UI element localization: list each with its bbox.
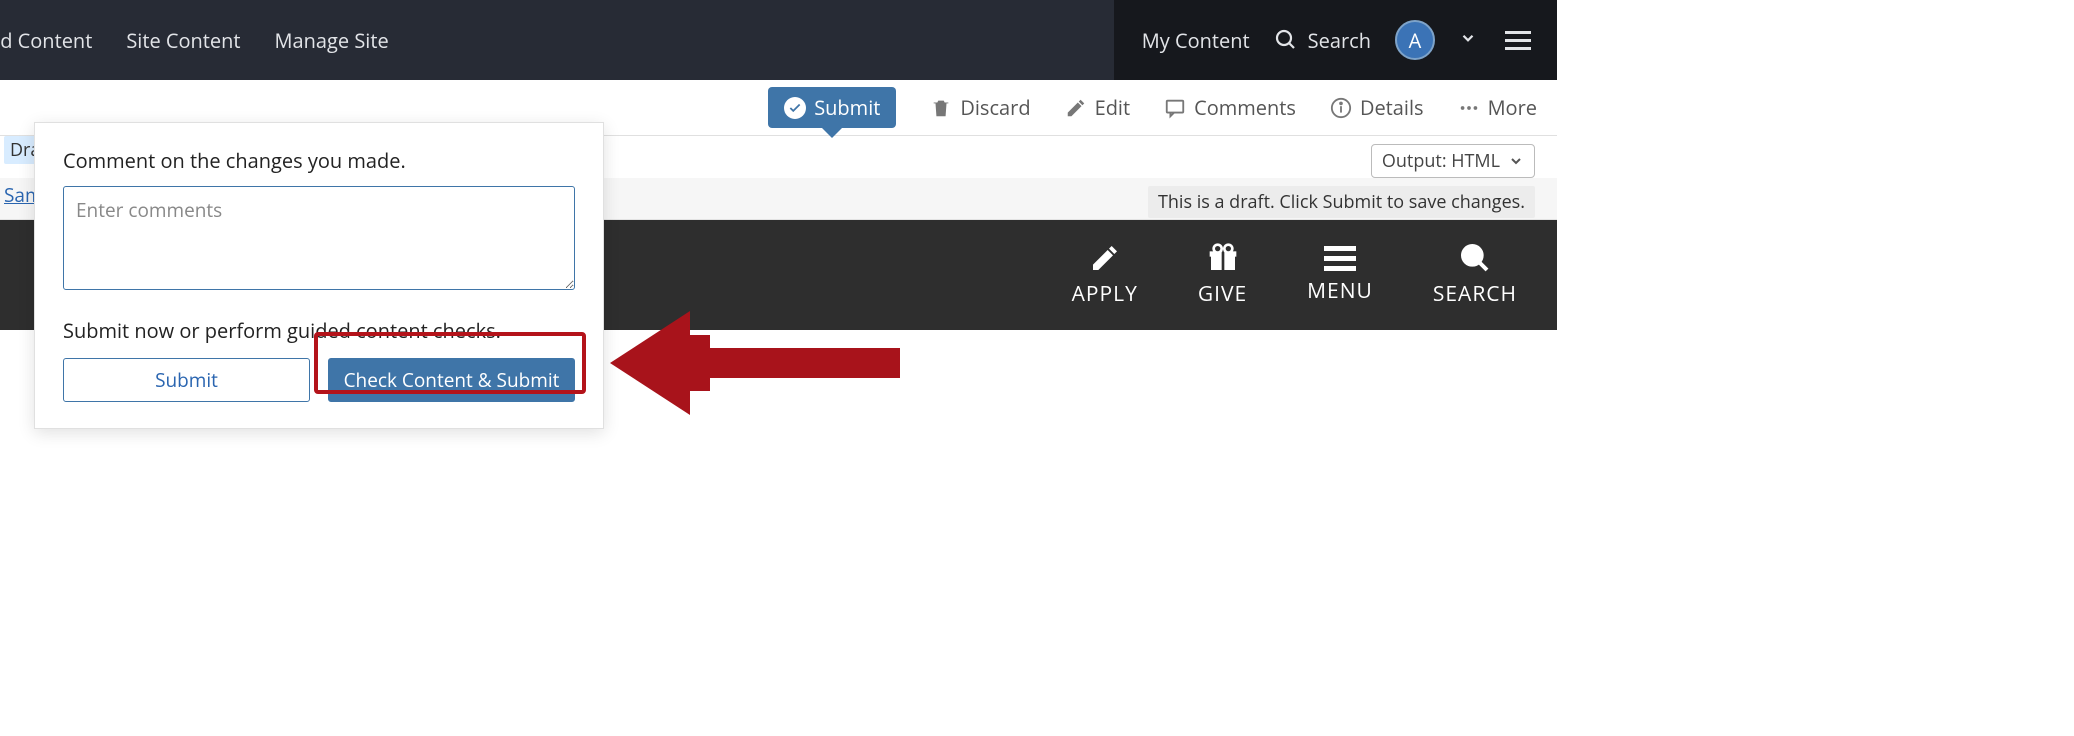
hamburger-icon[interactable] [1501, 27, 1535, 54]
comment-label: Comment on the changes you made. [63, 147, 575, 174]
comment-icon [1164, 97, 1186, 119]
avatar[interactable]: A [1395, 20, 1435, 60]
sitenav-apply[interactable]: APPLY [1072, 242, 1138, 308]
output-select[interactable]: Output: HTML [1371, 144, 1535, 178]
nav-add-content[interactable]: dd Content [0, 27, 94, 54]
discard-label: Discard [960, 94, 1030, 121]
submit-popover: Comment on the changes you made. Submit … [34, 122, 604, 429]
search-icon [1274, 28, 1298, 52]
check-content-submit-button[interactable]: Check Content & Submit [328, 358, 575, 402]
nav-search[interactable]: Search [1274, 27, 1371, 54]
sitenav-menu-label: MENU [1307, 277, 1373, 305]
sitenav-give-label: GIVE [1198, 280, 1247, 308]
sitenav-apply-label: APPLY [1072, 280, 1138, 308]
more-label: More [1488, 94, 1537, 121]
nav-site-content[interactable]: Site Content [124, 27, 242, 54]
submit-hint: Submit now or perform guided content che… [63, 317, 575, 344]
info-icon [1330, 97, 1352, 119]
details-button[interactable]: Details [1330, 94, 1424, 121]
avatar-letter: A [1409, 27, 1422, 54]
output-select-label: Output: HTML [1382, 149, 1500, 173]
pencil-icon [1065, 97, 1087, 119]
dots-icon [1458, 97, 1480, 119]
details-label: Details [1360, 94, 1424, 121]
top-nav-left: dd Content Site Content Manage Site [0, 0, 1114, 80]
sitenav-give[interactable]: GIVE [1198, 242, 1247, 308]
submit-button[interactable]: Submit [768, 87, 896, 128]
popover-submit-button[interactable]: Submit [63, 358, 310, 402]
popover-button-row: Submit Check Content & Submit [63, 358, 575, 402]
top-nav: dd Content Site Content Manage Site My C… [0, 0, 1557, 80]
trash-icon [930, 97, 952, 119]
menu-icon [1324, 246, 1356, 271]
comments-button[interactable]: Comments [1164, 94, 1296, 121]
edit-label: Edit [1095, 94, 1131, 121]
pencil-icon [1089, 242, 1121, 274]
gift-icon [1207, 242, 1239, 274]
chevron-down-icon [1508, 153, 1524, 169]
top-nav-right: My Content Search A [1114, 0, 1557, 80]
discard-button[interactable]: Discard [930, 94, 1030, 121]
nav-manage-site[interactable]: Manage Site [273, 27, 391, 54]
nav-my-content[interactable]: My Content [1142, 27, 1250, 54]
chevron-down-icon[interactable] [1459, 29, 1477, 52]
sample-link[interactable]: Sample [4, 182, 36, 208]
sitenav-search-label: SEARCH [1433, 280, 1517, 308]
sitenav-search[interactable]: SEARCH [1433, 242, 1517, 308]
submit-label: Submit [814, 94, 880, 121]
edit-button[interactable]: Edit [1065, 94, 1131, 121]
search-icon [1459, 242, 1491, 274]
sitenav-menu[interactable]: MENU [1307, 246, 1373, 305]
check-circle-icon [784, 97, 806, 119]
draft-banner: This is a draft. Click Submit to save ch… [1148, 186, 1535, 218]
more-button[interactable]: More [1458, 94, 1537, 121]
nav-search-label: Search [1308, 27, 1371, 54]
comment-textarea[interactable] [63, 186, 575, 290]
comments-label: Comments [1194, 94, 1296, 121]
